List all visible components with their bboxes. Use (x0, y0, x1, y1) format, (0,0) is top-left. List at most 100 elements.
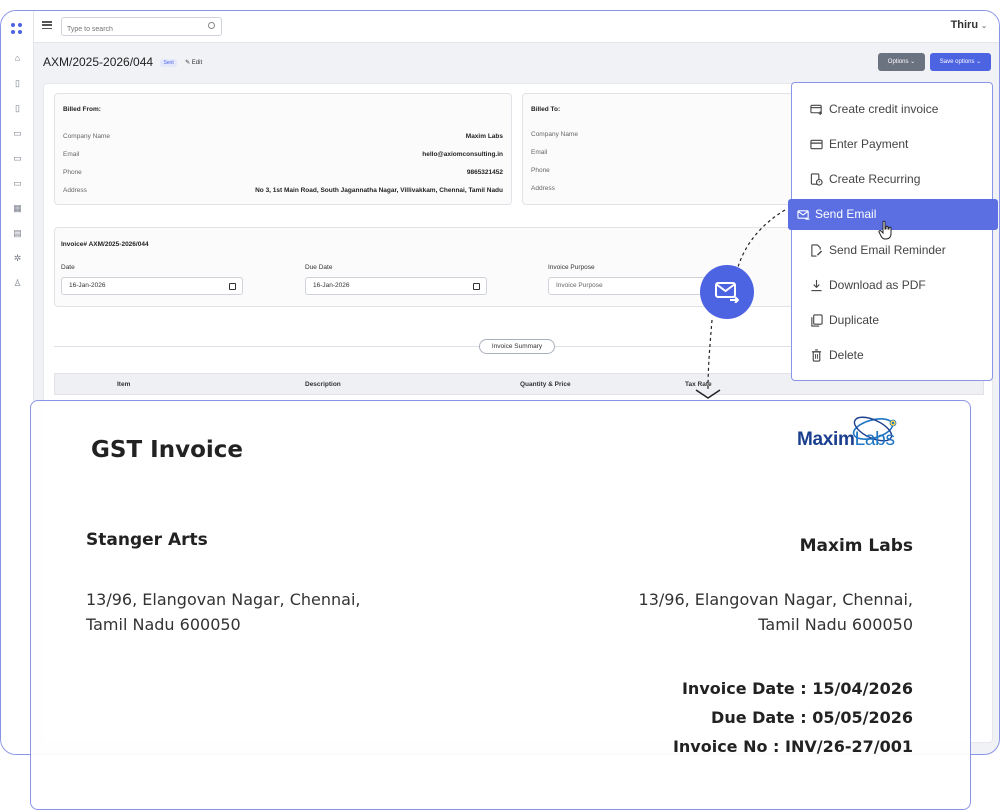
download-icon (811, 279, 822, 292)
company-name: Maxim Labs (799, 536, 913, 556)
email-label: Email (531, 149, 548, 156)
column-header-item: Item (117, 381, 131, 388)
address-label: Address (63, 187, 87, 194)
page-title: AXM/2025-2026/044 Sent ✎ Edit (43, 55, 202, 69)
credit-card-icon (810, 139, 823, 150)
menu-item-label: Delete (829, 348, 864, 362)
phone-label: Phone (531, 167, 550, 174)
billed-to-heading: Billed To: (531, 106, 561, 113)
menu-item-label: Send Email Reminder (829, 243, 946, 257)
cart-icon[interactable]: ▭ (12, 128, 23, 139)
menu-item-delete[interactable]: Delete (792, 340, 992, 371)
client-address: 13/96, Elangovan Nagar, Chennai, Tamil N… (86, 587, 360, 637)
menu-item-label: Enter Payment (829, 137, 909, 151)
menu-item-send-email-reminder[interactable]: Send Email Reminder (792, 235, 992, 266)
email-value: hello@axiomconsulting.in (422, 151, 503, 158)
menu-item-label: Send Email (815, 207, 877, 221)
column-header-description: Description (305, 381, 341, 388)
edit-button[interactable]: ✎ Edit (185, 59, 202, 66)
calendar-icon[interactable] (229, 283, 236, 290)
invoice-meta: Invoice Date : 15/04/2026 Due Date : 05/… (673, 674, 913, 761)
app-logo-icon[interactable] (11, 23, 23, 35)
address-label: Address (531, 185, 555, 192)
menu-item-duplicate[interactable]: Duplicate (792, 305, 992, 336)
due-date-label: Due Date (305, 264, 333, 271)
date-input[interactable]: 16-Jan-2026 (61, 277, 243, 295)
report-icon[interactable]: ▤ (12, 228, 23, 239)
user-menu[interactable]: Thiru ⌄ (951, 19, 987, 31)
client-address-line-2: Tamil Nadu 600050 (86, 615, 241, 634)
credit-card-plus-icon (810, 104, 823, 116)
logo-text-labs: Labs (854, 429, 895, 450)
user-name: Thiru (950, 19, 979, 31)
billed-to-card: Billed To: Company Name Email Phone Addr… (522, 93, 797, 205)
company-name-value: Maxim Labs (465, 133, 503, 140)
client-address-line-1: 13/96, Elangovan Nagar, Chennai, (86, 590, 361, 609)
email-label: Email (63, 151, 80, 158)
wallet-icon[interactable]: ▭ (12, 178, 23, 189)
user-icon[interactable]: ♙ (12, 278, 23, 289)
invoice-icon[interactable]: ▯ (12, 103, 23, 114)
invoice-preview: GST Invoice MaximLabs Stanger Arts 13/96… (30, 400, 971, 810)
chart-icon[interactable]: ▦ (12, 203, 23, 214)
company-name-label: Company Name (531, 131, 578, 138)
trash-icon (811, 349, 822, 362)
client-name: Stanger Arts (86, 530, 208, 550)
invoice-title: GST Invoice (91, 437, 243, 463)
column-header-quantity-price: Quantity & Price (520, 381, 571, 388)
invoice-purpose-label: Invoice Purpose (548, 264, 595, 271)
menu-icon[interactable] (42, 21, 52, 30)
calendar-icon[interactable] (473, 283, 480, 290)
menu-item-download-pdf[interactable]: Download as PDF (792, 270, 992, 301)
mail-send-icon (715, 282, 739, 303)
address-value: No 3, 1st Main Road, South Jagannatha Na… (255, 187, 503, 194)
due-date-input[interactable]: 16-Jan-2026 (305, 277, 487, 295)
options-button[interactable]: Options ⌄ (878, 53, 925, 71)
search-box[interactable] (61, 17, 222, 38)
invoice-number-title: AXM/2025-2026/044 (43, 55, 154, 69)
search-icon (208, 22, 215, 29)
doc-edit-icon (811, 244, 823, 257)
recurring-doc-icon (810, 173, 823, 186)
home-icon[interactable]: ⌂ (12, 53, 23, 64)
billed-from-card: Billed From: Company Name Maxim Labs Ema… (54, 93, 512, 205)
invoice-no: Invoice No : INV/26-27/001 (672, 737, 913, 756)
due-date: Due Date : 05/05/2026 (711, 708, 913, 727)
chevron-down-icon: ⌄ (981, 23, 987, 30)
company-address: 13/96, Elangovan Nagar, Chennai, Tamil N… (639, 587, 913, 637)
date-value: 16-Jan-2026 (69, 282, 106, 289)
top-bar: Thiru ⌄ (34, 11, 999, 43)
copy-icon (811, 314, 823, 327)
send-email-badge (700, 265, 754, 319)
save-options-label: Save options (939, 59, 975, 65)
menu-item-enter-payment[interactable]: Enter Payment (792, 129, 992, 160)
invoice-purpose-input[interactable]: Invoice Purpose (548, 277, 708, 295)
menu-item-label: Create Recurring (829, 172, 921, 186)
invoice-number-heading: Invoice# AXM/2025-2026/044 (61, 241, 149, 248)
company-logo: MaximLabs (797, 415, 912, 453)
logo-text: MaximLabs (797, 429, 895, 451)
phone-label: Phone (63, 169, 82, 176)
search-input[interactable] (67, 21, 197, 38)
options-label: Options (887, 59, 909, 65)
invoice-summary-label: Invoice Summary (479, 339, 555, 354)
options-menu: Create credit invoice Enter Payment Crea… (788, 82, 998, 381)
date-label: Date (61, 264, 75, 271)
due-date-value: 16-Jan-2026 (313, 282, 350, 289)
invoice-date: Invoice Date : 15/04/2026 (681, 679, 913, 698)
document-icon[interactable]: ▯ (12, 78, 23, 89)
menu-item-create-credit-invoice[interactable]: Create credit invoice (792, 94, 992, 125)
company-name-label: Company Name (63, 133, 110, 140)
status-badge: Sent (160, 58, 177, 67)
menu-item-label: Duplicate (829, 313, 880, 327)
company-address-line-2: Tamil Nadu 600050 (758, 615, 913, 634)
settings-icon[interactable]: ✲ (12, 253, 23, 264)
card-icon[interactable]: ▭ (12, 153, 23, 164)
menu-item-create-recurring[interactable]: Create Recurring (792, 164, 992, 195)
menu-item-label: Create credit invoice (829, 102, 939, 116)
save-options-button[interactable]: Save options ⌄ (930, 53, 991, 71)
edit-label: Edit (191, 60, 203, 67)
company-address-line-1: 13/96, Elangovan Nagar, Chennai, (638, 590, 913, 609)
phone-value: 9865321452 (466, 169, 503, 176)
menu-item-label: Download as PDF (829, 278, 926, 292)
